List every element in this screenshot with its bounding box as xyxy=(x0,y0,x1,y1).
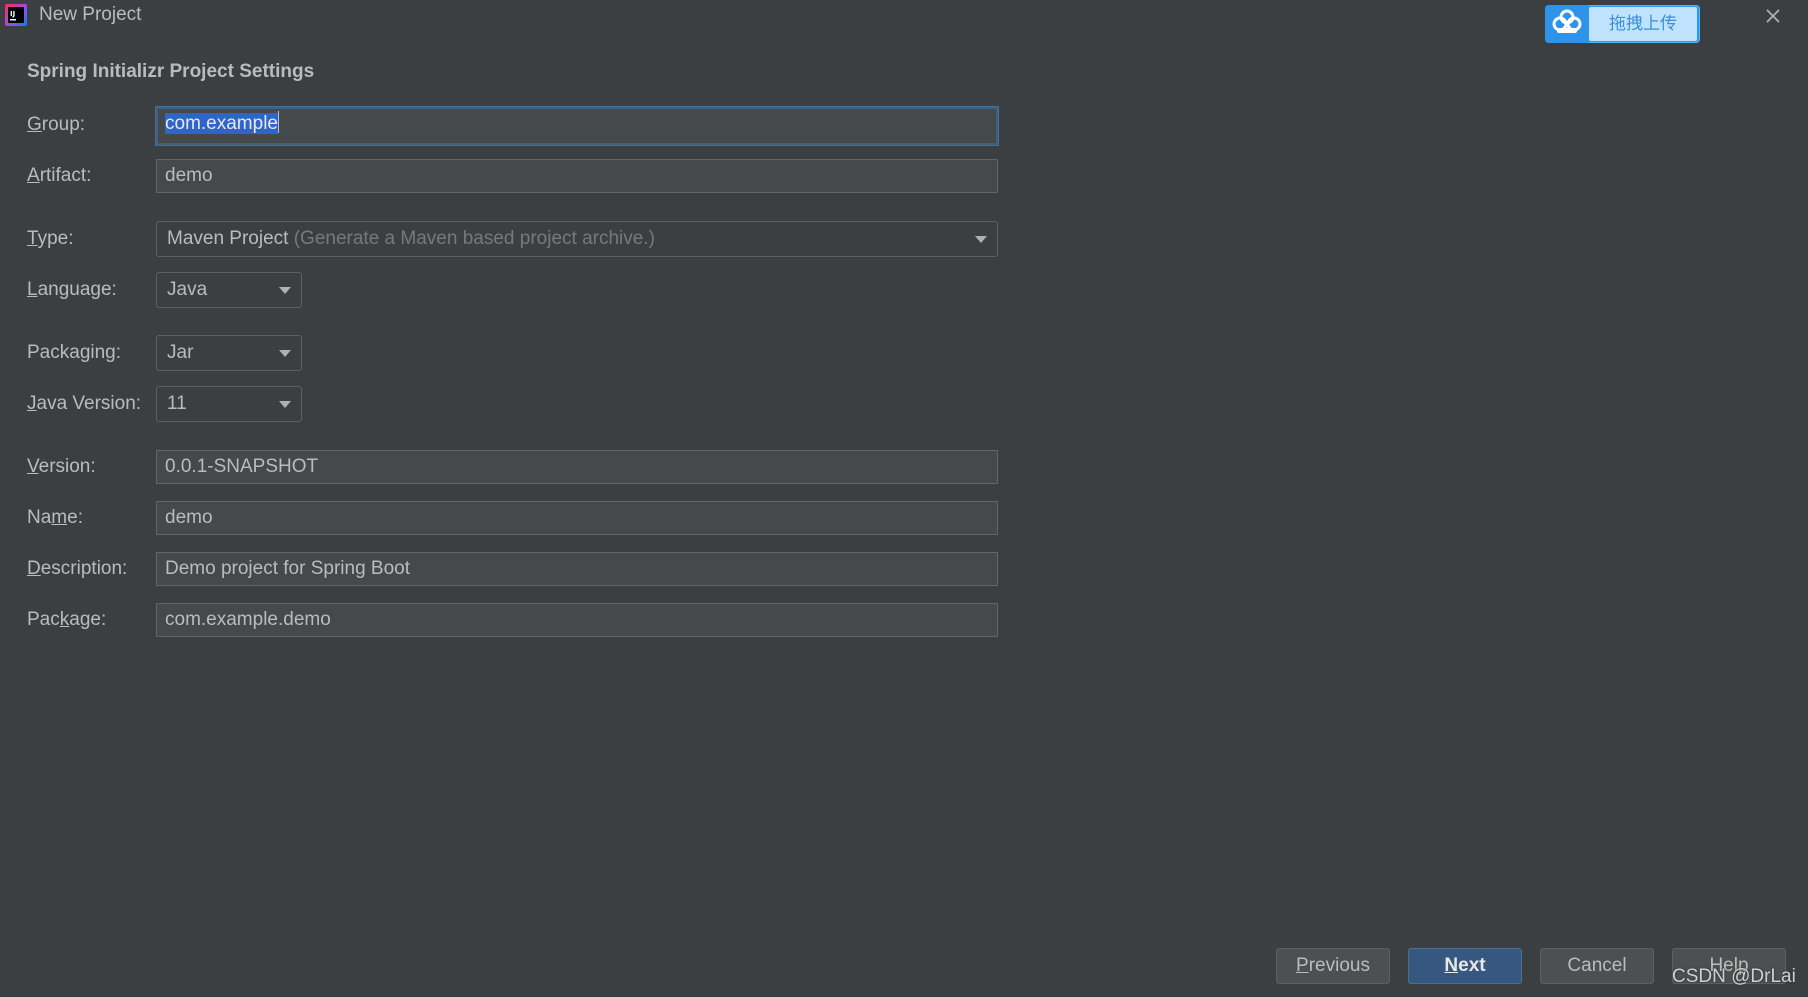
mnemonic: V xyxy=(27,456,39,477)
version-label: Version: xyxy=(27,449,96,485)
artifact-value: demo xyxy=(165,165,213,186)
language-label: Language: xyxy=(27,272,117,308)
type-value: Maven Project xyxy=(167,228,289,249)
chevron-down-icon xyxy=(975,236,987,243)
packaging-value: Jar xyxy=(167,342,194,363)
package-label: Package: xyxy=(27,602,106,638)
description-label: Description: xyxy=(27,551,127,587)
artifact-input[interactable]: demo xyxy=(156,159,998,193)
label-text: e: xyxy=(67,507,83,528)
name-value: demo xyxy=(165,507,213,528)
previous-button[interactable]: Previous xyxy=(1276,948,1390,984)
group-label: Group: xyxy=(27,107,85,143)
label-text: ava Version: xyxy=(36,393,142,414)
packaging-dropdown[interactable]: Jar xyxy=(156,335,302,371)
mnemonic: L xyxy=(27,279,38,300)
label-text: Na xyxy=(27,507,52,528)
label-text: escription: xyxy=(40,558,128,579)
label-text: rtifact: xyxy=(39,165,92,186)
next-button[interactable]: Next xyxy=(1408,948,1522,984)
mnemonic: k xyxy=(59,609,70,630)
description-input[interactable]: Demo project for Spring Boot xyxy=(156,552,998,586)
label-text: ing: xyxy=(90,342,122,363)
cloud-icon xyxy=(1545,5,1589,43)
mnemonic: T xyxy=(27,228,38,249)
java-version-value: 11 xyxy=(167,393,187,414)
svg-text:IJ: IJ xyxy=(10,10,15,18)
label-text: anguage: xyxy=(37,279,117,300)
group-value: com.example xyxy=(165,113,278,134)
window-title: New Project xyxy=(39,4,142,25)
label-text: Packa xyxy=(27,342,80,363)
type-hint: (Generate a Maven based project archive.… xyxy=(293,228,655,249)
label-text: Pac xyxy=(27,609,60,630)
chevron-down-icon xyxy=(279,350,291,357)
package-value: com.example.demo xyxy=(165,609,331,630)
upload-label: 拖拽上传 xyxy=(1609,14,1677,34)
mnemonic: g xyxy=(79,342,91,363)
label-text: age: xyxy=(69,609,107,630)
name-label: Name: xyxy=(27,500,83,536)
version-value: 0.0.1-SNAPSHOT xyxy=(165,456,319,477)
upload-label-box: 拖拽上传 xyxy=(1589,7,1697,41)
mnemonic: A xyxy=(27,165,40,186)
button-text: ext xyxy=(1458,955,1486,976)
mnemonic: P xyxy=(1296,955,1309,976)
packaging-label: Packaging: xyxy=(27,335,121,371)
language-dropdown[interactable]: Java xyxy=(156,272,302,308)
mnemonic: N xyxy=(1444,955,1459,976)
label-text: roup: xyxy=(41,114,86,135)
mnemonic: J xyxy=(27,393,37,414)
intellij-app-icon: IJ xyxy=(5,4,27,26)
cancel-button[interactable]: Cancel xyxy=(1540,948,1654,984)
mnemonic: D xyxy=(27,558,41,579)
version-input[interactable]: 0.0.1-SNAPSHOT xyxy=(156,450,998,484)
section-heading: Spring Initializr Project Settings xyxy=(27,61,315,82)
mnemonic: G xyxy=(27,114,42,135)
label-text: ersion: xyxy=(38,456,96,477)
group-input[interactable]: com.example xyxy=(156,107,998,145)
text-caret xyxy=(278,111,279,134)
label-text: ype: xyxy=(37,228,74,249)
type-dropdown[interactable]: Maven Project (Generate a Maven based pr… xyxy=(156,221,998,257)
upload-widget[interactable]: 拖拽上传 xyxy=(1545,5,1700,43)
java-version-label: Java Version: xyxy=(27,386,141,422)
button-text: revious xyxy=(1308,955,1370,976)
type-label: Type: xyxy=(27,221,73,257)
chevron-down-icon xyxy=(279,287,291,294)
chevron-down-icon xyxy=(279,401,291,408)
java-version-dropdown[interactable]: 11 xyxy=(156,386,302,422)
watermark: CSDN @DrLai xyxy=(1672,966,1796,987)
new-project-dialog: IJ New Project 拖拽上传 Spring Initializr Pr… xyxy=(0,0,1808,997)
mnemonic: m xyxy=(51,507,68,528)
name-input[interactable]: demo xyxy=(156,501,998,535)
artifact-label: Artifact: xyxy=(27,158,91,194)
package-input[interactable]: com.example.demo xyxy=(156,603,998,637)
description-value: Demo project for Spring Boot xyxy=(165,558,411,579)
title-bar: IJ New Project 拖拽上传 xyxy=(0,0,1808,43)
close-icon[interactable] xyxy=(1760,3,1786,29)
language-value: Java xyxy=(167,279,208,300)
